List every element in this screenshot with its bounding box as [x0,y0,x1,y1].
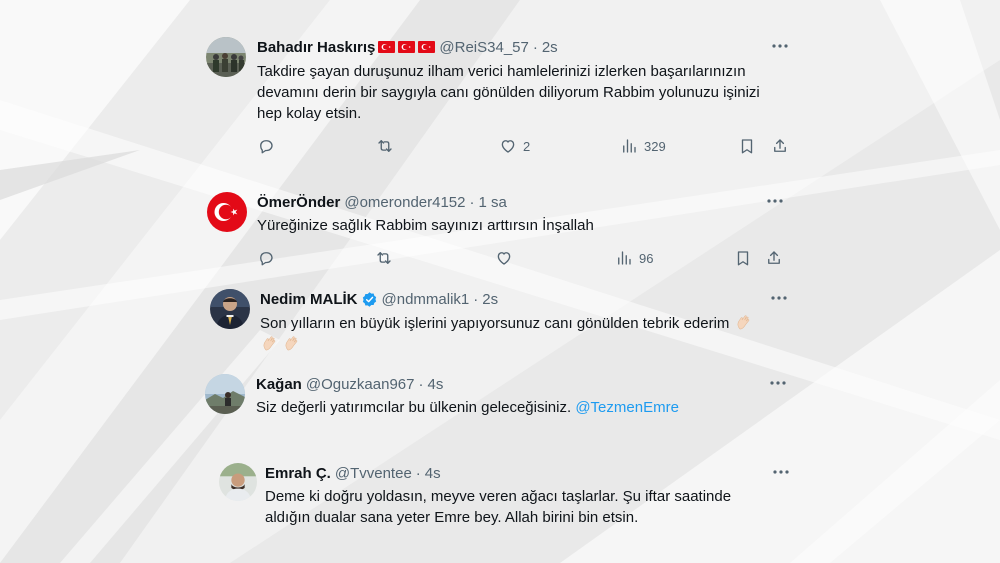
separator-dot: · [415,464,421,482]
user-handle[interactable]: @Tvventee [335,465,412,482]
tweet-actions: 96 [257,248,797,268]
view-count: 96 [639,250,654,266]
more-options-icon[interactable] [767,372,789,394]
avatar[interactable] [219,463,257,501]
retweet-icon [377,252,391,264]
user-handle[interactable]: @ndmmalik1 [382,291,470,308]
turkey-flag-icon [398,41,416,53]
reply-button[interactable] [257,248,275,268]
clapping-hands-emoji-icon [284,335,300,351]
avatar[interactable] [205,374,245,414]
display-name[interactable]: Kağan [256,376,302,393]
avatar-image [219,463,257,501]
share-icon [768,251,780,264]
retweet-button[interactable] [376,136,394,156]
avatar[interactable] [207,192,247,232]
avatar-image [205,374,245,414]
tweet[interactable]: Kağan @Oguzkaan967 · 4s Siz değerli yatı… [205,374,790,424]
tweet-header: ÖmerÖnder @omeronder4152 · 1 sa [257,192,507,212]
more-options-icon[interactable] [770,461,792,483]
views-bar-chart-icon [618,251,631,265]
reply-button[interactable] [257,136,275,156]
user-handle[interactable]: @ReiS34_57 [439,39,528,56]
share-button[interactable] [765,248,783,268]
views-button[interactable]: 96 [615,248,653,268]
tweet-header: Nedim MALİK @ndmmalik1 · 2s [260,289,498,309]
clapping-hands-emoji-icon [262,335,278,351]
display-name[interactable]: Emrah Ç. [265,465,331,482]
tweet-text: Siz değerli yatırımcılar bu ülkenin gele… [256,397,776,418]
like-count: 2 [523,138,531,154]
timestamp[interactable]: 2s [482,291,498,308]
tweet-header: Bahadır Haskırış @ReiS34_57 · 2s [257,37,558,57]
heart-icon [497,252,511,265]
display-name[interactable]: Nedim MALİK [260,291,358,308]
name-flags [378,41,436,53]
tweet-text: Takdire şayan duruşunuz ilham verici ham… [257,63,760,122]
tweet-text-body: Siz değerli yatırımcılar bu ülkenin gele… [256,399,572,416]
timestamp[interactable]: 2s [542,39,558,56]
display-name[interactable]: Bahadır Haskırış [257,39,375,56]
avatar-image [210,289,250,329]
views-button[interactable]: 329 [620,136,666,156]
tweet-text: Deme ki doğru yoldasın, meyve veren ağac… [265,488,732,526]
separator-dot: · [469,193,475,211]
turkey-flag-icon [418,41,436,53]
verified-badge-icon [361,291,378,308]
timestamp[interactable]: 4s [425,465,441,482]
tweet-actions: 2 329 [257,136,797,156]
bookmark-button[interactable] [738,136,756,156]
separator-dot: · [532,38,538,56]
timestamp[interactable]: 4s [427,376,443,393]
more-options-icon[interactable] [769,35,791,57]
reply-icon [260,140,273,154]
views-bar-chart-icon [623,139,636,153]
share-icon [774,139,786,152]
display-name[interactable]: ÖmerÖnder [257,194,340,211]
tweet-text: Yüreğinize sağlık Rabbim sayınızı arttır… [257,217,594,234]
mention-link[interactable]: @TezmenEmre [575,399,679,416]
view-count: 329 [644,138,666,154]
more-options-icon[interactable] [764,190,786,212]
timestamp[interactable]: 1 sa [479,194,507,211]
tweet[interactable]: ÖmerÖnder @omeronder4152 · 1 sa Yüreğini… [207,192,792,272]
tweet[interactable]: Nedim MALİK @ndmmalik1 · 2s Son yılların… [210,289,792,359]
tweet-header: Kağan @Oguzkaan967 · 4s [256,374,443,394]
clapping-hands-emoji-icon [736,314,752,330]
separator-dot: · [473,290,479,308]
more-options-icon[interactable] [768,287,790,309]
retweet-button[interactable] [375,248,393,268]
tweet-text: Son yılların en büyük işlerini yapıyorsu… [260,313,785,355]
avatar-image [206,37,246,77]
turkey-flag-avatar-icon [207,192,247,232]
bookmark-button[interactable] [734,248,752,268]
tweet[interactable]: Bahadır Haskırış @ReiS34_57 · 2s Takdire… [206,37,796,162]
heart-icon [501,140,515,153]
share-button[interactable] [771,136,789,156]
tweet[interactable]: Emrah Ç. @Tvventee · 4s Deme ki doğru yo… [219,463,794,533]
avatar[interactable] [206,37,246,77]
bookmark-icon [737,251,749,266]
separator-dot: · [418,375,424,393]
reply-icon [260,252,273,266]
avatar[interactable] [210,289,250,329]
user-handle[interactable]: @omeronder4152 [344,194,465,211]
retweet-icon [378,140,392,152]
user-handle[interactable]: @Oguzkaan967 [306,376,415,393]
tweet-header: Emrah Ç. @Tvventee · 4s [265,463,441,483]
tweet-text-body: Son yılların en büyük işlerini yapıyorsu… [260,315,730,332]
like-button[interactable] [495,248,513,268]
bookmark-icon [741,139,753,154]
like-button[interactable]: 2 [499,136,530,156]
turkey-flag-icon [378,41,396,53]
